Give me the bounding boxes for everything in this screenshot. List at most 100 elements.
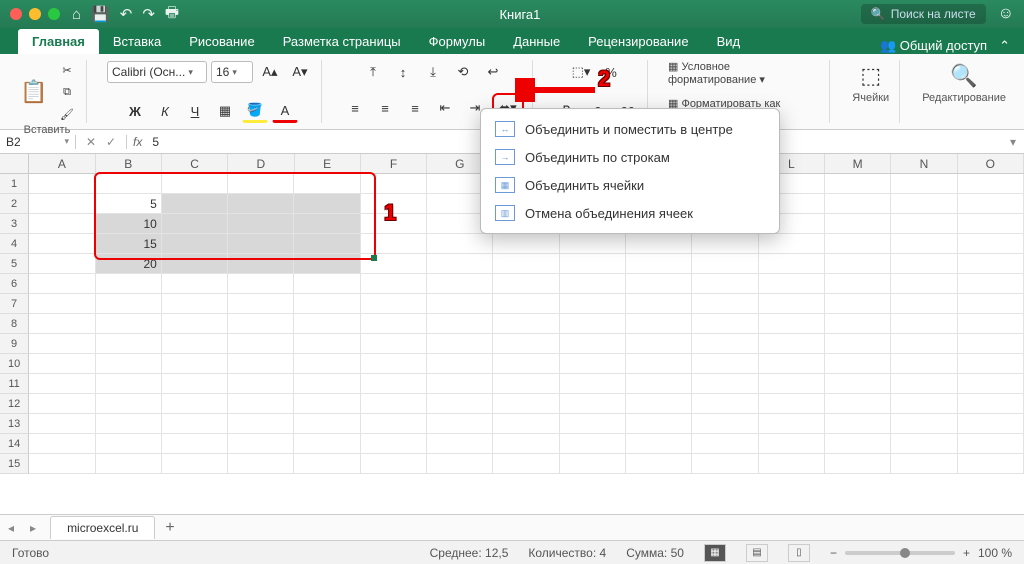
merge-center-item[interactable]: ↔Объединить и поместить в центре bbox=[481, 115, 779, 143]
cell[interactable]: 15 bbox=[96, 234, 162, 254]
home-icon[interactable]: ⌂ bbox=[72, 6, 81, 23]
cell[interactable] bbox=[29, 394, 95, 414]
cell[interactable] bbox=[891, 214, 957, 234]
cell[interactable] bbox=[626, 314, 692, 334]
col-header[interactable]: D bbox=[228, 154, 294, 173]
cancel-formula-icon[interactable]: ✕ bbox=[82, 135, 100, 149]
cell[interactable] bbox=[692, 254, 758, 274]
collapse-ribbon-icon[interactable]: ⌃ bbox=[999, 38, 1010, 54]
cell[interactable] bbox=[228, 434, 294, 454]
cell[interactable] bbox=[825, 414, 891, 434]
cell[interactable] bbox=[228, 334, 294, 354]
cell[interactable] bbox=[361, 274, 427, 294]
cell[interactable] bbox=[29, 434, 95, 454]
cell[interactable] bbox=[162, 334, 228, 354]
cell[interactable] bbox=[29, 374, 95, 394]
cell[interactable] bbox=[958, 454, 1024, 474]
cell[interactable] bbox=[162, 314, 228, 334]
col-header[interactable]: C bbox=[162, 154, 228, 173]
add-sheet-button[interactable]: + bbox=[155, 519, 184, 537]
prev-sheet-icon[interactable]: ◂ bbox=[0, 521, 22, 535]
cell[interactable] bbox=[162, 174, 228, 194]
name-box[interactable]: B2▾ bbox=[0, 135, 76, 149]
cell[interactable] bbox=[162, 394, 228, 414]
cell[interactable] bbox=[294, 434, 360, 454]
cell[interactable] bbox=[825, 194, 891, 214]
maximize-window-icon[interactable] bbox=[48, 8, 60, 20]
cell[interactable] bbox=[294, 214, 360, 234]
row-header[interactable]: 2 bbox=[0, 194, 29, 214]
next-sheet-icon[interactable]: ▸ bbox=[22, 521, 44, 535]
cell[interactable] bbox=[294, 394, 360, 414]
cell[interactable] bbox=[228, 174, 294, 194]
cell[interactable] bbox=[560, 394, 626, 414]
row-header[interactable]: 1 bbox=[0, 174, 29, 194]
cell[interactable] bbox=[626, 454, 692, 474]
cell[interactable] bbox=[958, 394, 1024, 414]
cell[interactable] bbox=[162, 254, 228, 274]
cell[interactable] bbox=[626, 354, 692, 374]
cell[interactable] bbox=[493, 234, 559, 254]
align-top-icon[interactable]: ⤒ bbox=[360, 60, 386, 84]
cell[interactable] bbox=[692, 454, 758, 474]
cell[interactable] bbox=[294, 254, 360, 274]
row-header[interactable]: 14 bbox=[0, 434, 29, 454]
confirm-formula-icon[interactable]: ✓ bbox=[102, 135, 120, 149]
cell[interactable] bbox=[294, 194, 360, 214]
cell[interactable] bbox=[891, 234, 957, 254]
cell[interactable] bbox=[958, 294, 1024, 314]
cell[interactable] bbox=[626, 394, 692, 414]
print-icon[interactable]: 🖶 bbox=[165, 2, 179, 27]
cell[interactable] bbox=[29, 214, 95, 234]
col-header[interactable]: N bbox=[891, 154, 957, 173]
col-header[interactable]: E bbox=[295, 154, 361, 173]
cell[interactable] bbox=[759, 274, 825, 294]
cell[interactable] bbox=[493, 294, 559, 314]
row-header[interactable]: 5 bbox=[0, 254, 29, 274]
cell[interactable] bbox=[891, 334, 957, 354]
cell[interactable] bbox=[958, 354, 1024, 374]
cell[interactable] bbox=[825, 354, 891, 374]
cell[interactable] bbox=[361, 454, 427, 474]
cell[interactable] bbox=[361, 334, 427, 354]
cell[interactable] bbox=[228, 354, 294, 374]
cell[interactable] bbox=[162, 454, 228, 474]
save-icon[interactable]: 💾 bbox=[91, 5, 110, 23]
cell[interactable] bbox=[958, 174, 1024, 194]
minimize-window-icon[interactable] bbox=[29, 8, 41, 20]
col-header[interactable]: A bbox=[29, 154, 95, 173]
cell[interactable] bbox=[825, 334, 891, 354]
cell[interactable] bbox=[759, 354, 825, 374]
cell[interactable] bbox=[560, 274, 626, 294]
cell[interactable] bbox=[759, 314, 825, 334]
cell[interactable] bbox=[891, 454, 957, 474]
italic-button[interactable]: К bbox=[152, 99, 178, 123]
cell[interactable] bbox=[759, 234, 825, 254]
cell[interactable] bbox=[759, 434, 825, 454]
cell[interactable] bbox=[825, 254, 891, 274]
cell[interactable] bbox=[692, 354, 758, 374]
increase-font-icon[interactable]: A▴ bbox=[257, 60, 283, 84]
cell[interactable] bbox=[958, 234, 1024, 254]
cell[interactable] bbox=[692, 234, 758, 254]
cell[interactable] bbox=[891, 194, 957, 214]
row-header[interactable]: 12 bbox=[0, 394, 29, 414]
cell[interactable] bbox=[958, 214, 1024, 234]
cell[interactable] bbox=[294, 414, 360, 434]
search-box[interactable]: 🔍 Поиск на листе bbox=[861, 4, 986, 24]
view-page-layout-icon[interactable]: ▤ bbox=[746, 544, 768, 562]
unmerge-item[interactable]: ▥Отмена объединения ячеек bbox=[481, 199, 779, 227]
share-button[interactable]: 👥 Общий доступ bbox=[880, 38, 987, 54]
expand-formula-bar-icon[interactable]: ▾ bbox=[1002, 135, 1024, 149]
cell[interactable] bbox=[228, 314, 294, 334]
cell[interactable] bbox=[825, 314, 891, 334]
tab-view[interactable]: Вид bbox=[703, 29, 755, 54]
row-header[interactable]: 4 bbox=[0, 234, 29, 254]
cell[interactable] bbox=[427, 414, 493, 434]
cell[interactable] bbox=[759, 394, 825, 414]
cell[interactable] bbox=[626, 234, 692, 254]
cell[interactable] bbox=[29, 194, 95, 214]
cell[interactable] bbox=[96, 374, 162, 394]
fx-icon[interactable]: fx bbox=[127, 135, 148, 149]
cell[interactable] bbox=[361, 374, 427, 394]
